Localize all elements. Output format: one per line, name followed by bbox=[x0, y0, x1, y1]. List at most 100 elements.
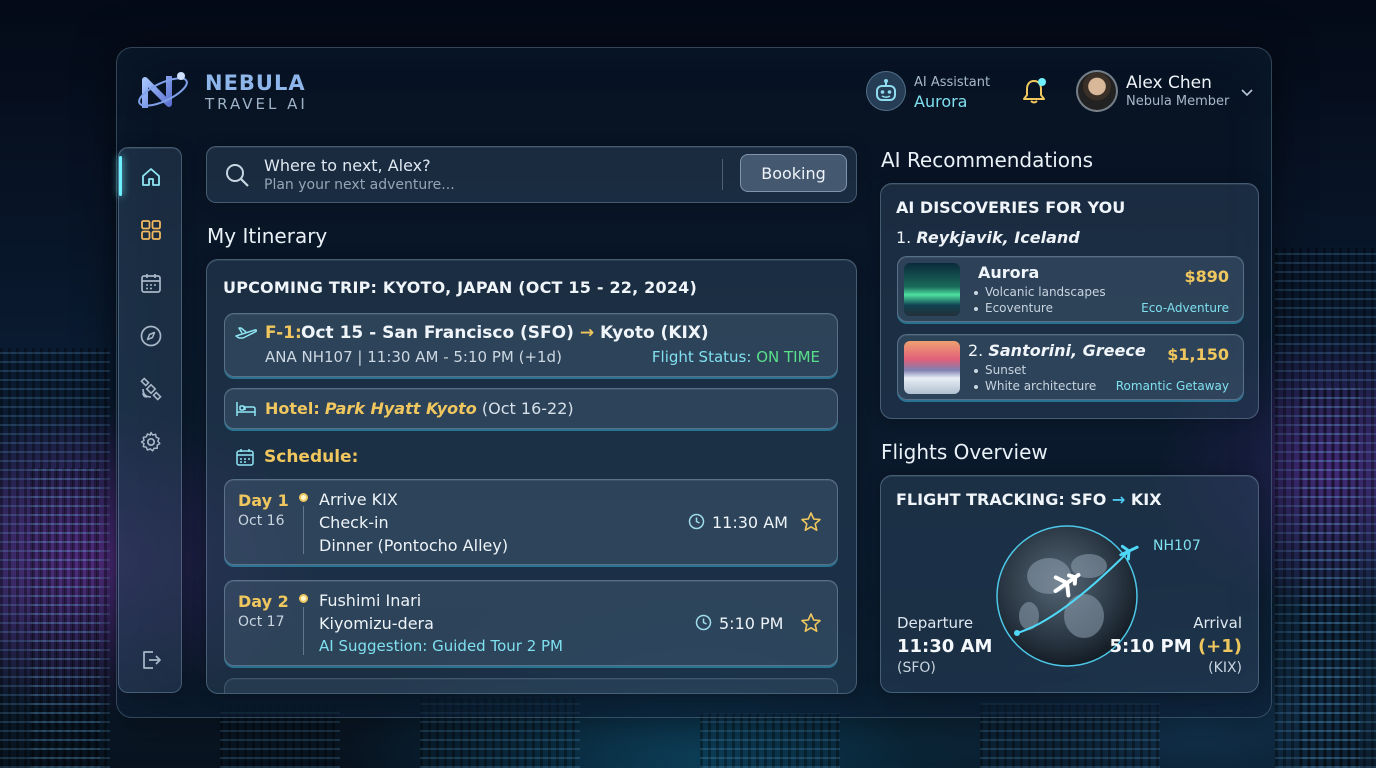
recommendations-card-title: AI DISCOVERIES FOR YOU bbox=[896, 198, 1126, 217]
tracking-origin: FLIGHT TRACKING: SFO bbox=[896, 490, 1107, 509]
flight-card[interactable]: F-1: Oct 15 - San Francisco (SFO) → Kyot… bbox=[224, 313, 838, 377]
sidebar bbox=[118, 147, 182, 693]
user-avatar[interactable] bbox=[1076, 70, 1118, 112]
satellite-icon bbox=[139, 377, 162, 401]
recommendation-card[interactable]: Aurora Volcanic landscapes Ecoventure $8… bbox=[897, 256, 1244, 322]
departure-time: 11:30 AM bbox=[897, 636, 993, 657]
star-icon[interactable] bbox=[800, 612, 822, 634]
trip-title: UPCOMING TRIP: KYOTO, JAPAN (OCT 15 - 22… bbox=[223, 278, 698, 297]
flight-status-label: Flight Status: bbox=[651, 348, 752, 366]
recommendations-panel: AI DISCOVERIES FOR YOU 1. Reykjavik, Ice… bbox=[880, 183, 1259, 419]
flight-details: ANA NH107 | 11:30 AM - 5:10 PM (+1d) bbox=[265, 348, 562, 366]
clock-icon bbox=[695, 614, 712, 631]
schedule-day-2[interactable]: Day 2 Oct 17 Fushimi Inari Kiyomizu-dera… bbox=[224, 580, 838, 666]
arrival-code: (KIX) bbox=[1208, 660, 1242, 676]
route-arrow-icon: → bbox=[579, 323, 595, 343]
hotel-dates: (Oct 16-22) bbox=[481, 399, 574, 418]
recommendation-bullet: Ecoventure bbox=[974, 301, 1053, 315]
sidebar-item-satellite[interactable] bbox=[119, 369, 182, 409]
flight-number: NH107 bbox=[1153, 538, 1201, 554]
recommendations-section-title: AI Recommendations bbox=[881, 148, 1094, 172]
schedule-time: 5:10 PM bbox=[719, 614, 784, 633]
timeline-dot bbox=[299, 594, 308, 603]
schedule-item: Kiyomizu-dera bbox=[319, 614, 434, 633]
santorini-thumbnail bbox=[904, 341, 960, 394]
schedule-label: Schedule: bbox=[264, 447, 359, 467]
day-label: Day 1 bbox=[238, 491, 289, 510]
timeline-line bbox=[303, 506, 304, 554]
recommendation-tag: Romantic Getaway bbox=[1115, 379, 1229, 393]
sidebar-item-settings[interactable] bbox=[119, 422, 182, 462]
recommendation-heading: 1. Reykjavik, Iceland bbox=[896, 228, 1080, 247]
schedule-item: Fushimi Inari bbox=[319, 591, 422, 610]
schedule-item: Check-in bbox=[319, 513, 389, 532]
sidebar-item-explore[interactable] bbox=[119, 316, 182, 356]
flight-status: Flight Status: ON TIME bbox=[652, 348, 820, 366]
day-date: Oct 17 bbox=[238, 614, 285, 630]
recommendation-title: Aurora bbox=[978, 263, 1040, 282]
user-name[interactable]: Alex Chen bbox=[1126, 73, 1212, 93]
chevron-down-icon bbox=[1241, 89, 1253, 97]
schedule-day-1[interactable]: Day 1 Oct 16 Arrive KIX Check-in Dinner … bbox=[224, 479, 838, 565]
flight-origin: Oct 15 - San Francisco (SFO) bbox=[301, 323, 574, 343]
recommendation-bullet: White architecture bbox=[974, 379, 1096, 393]
timeline-dot bbox=[299, 493, 308, 502]
brand-subtitle: TRAVEL AI bbox=[205, 95, 308, 113]
departure-label: Departure bbox=[897, 614, 974, 632]
booking-button[interactable]: Booking bbox=[740, 154, 847, 192]
search-divider bbox=[722, 159, 723, 190]
arrival-time-line: 5:10 PM (+1) bbox=[1110, 636, 1243, 657]
sidebar-item-dashboard[interactable] bbox=[119, 210, 182, 250]
flights-section-title: Flights Overview bbox=[881, 440, 1048, 464]
schedule-day-partial[interactable] bbox=[224, 678, 838, 693]
logout-button[interactable] bbox=[119, 640, 182, 680]
schedule-item: Dinner (Pontocho Alley) bbox=[319, 536, 509, 555]
brand-logo[interactable]: NEBULA TRAVEL AI bbox=[135, 68, 335, 114]
flight-destination: Kyoto (KIX) bbox=[599, 323, 709, 343]
recommendation-title: 2. Santorini, Greece bbox=[968, 341, 1146, 360]
schedule-calendar-icon bbox=[236, 449, 254, 466]
sidebar-item-home[interactable] bbox=[119, 157, 182, 197]
user-role: Nebula Member bbox=[1126, 94, 1230, 109]
flight-tracking-title: FLIGHT TRACKING: SFO → KIX bbox=[896, 490, 1162, 509]
recommendation-price: $890 bbox=[1184, 267, 1229, 286]
recommendation-bullet: Sunset bbox=[974, 363, 1026, 377]
recommendation-price: $1,150 bbox=[1167, 345, 1229, 364]
hotel-line: Hotel: Park Hyatt Kyoto (Oct 16-22) bbox=[265, 399, 574, 418]
calendar-icon bbox=[140, 274, 161, 293]
arrival-time: 5:10 PM bbox=[1109, 636, 1192, 657]
departure-code: (SFO) bbox=[897, 660, 936, 676]
star-icon[interactable] bbox=[800, 511, 822, 533]
day-date: Oct 16 bbox=[238, 513, 285, 529]
home-icon bbox=[141, 168, 160, 186]
recommendation-tag: Eco-Adventure bbox=[1141, 301, 1229, 315]
search-bar[interactable]: Where to next, Alex? Plan your next adve… bbox=[206, 146, 857, 203]
assistant-name[interactable]: Aurora bbox=[914, 92, 967, 111]
search-input[interactable]: Where to next, Alex? bbox=[264, 156, 431, 175]
clock-icon bbox=[688, 513, 705, 530]
itinerary-panel: UPCOMING TRIP: KYOTO, JAPAN (OCT 15 - 22… bbox=[206, 259, 857, 694]
sidebar-item-calendar[interactable] bbox=[119, 263, 182, 303]
app-window: NEBULA TRAVEL AI AI Assistant Aurora Ale… bbox=[116, 47, 1272, 718]
tracking-destination: KIX bbox=[1130, 490, 1162, 509]
hotel-label: Hotel: bbox=[265, 399, 320, 418]
notifications-button[interactable] bbox=[1019, 76, 1049, 106]
gear-icon bbox=[140, 431, 161, 452]
assistant-avatar[interactable] bbox=[866, 71, 906, 111]
grid-icon bbox=[140, 220, 161, 240]
robot-icon bbox=[876, 79, 896, 101]
assistant-label: AI Assistant bbox=[914, 75, 991, 90]
flight-status-value: ON TIME bbox=[756, 348, 820, 366]
compass-icon bbox=[140, 325, 161, 347]
recommendation-card[interactable]: 2. Santorini, Greece Sunset White archit… bbox=[897, 334, 1244, 400]
recommendation-number: 1. bbox=[896, 228, 912, 247]
bed-icon bbox=[236, 402, 256, 416]
ai-suggestion[interactable]: AI Suggestion: Guided Tour 2 PM bbox=[319, 637, 563, 655]
airplane-icon bbox=[235, 327, 257, 339]
flight-route: Oct 15 - San Francisco (SFO) → Kyoto (KI… bbox=[301, 323, 709, 343]
itinerary-section-title: My Itinerary bbox=[207, 224, 328, 248]
user-menu-toggle[interactable] bbox=[1240, 84, 1254, 98]
tracking-arrow-icon: → bbox=[1111, 490, 1126, 509]
hotel-card[interactable]: Hotel: Park Hyatt Kyoto (Oct 16-22) bbox=[224, 388, 838, 429]
flight-code: F-1: bbox=[265, 323, 302, 343]
